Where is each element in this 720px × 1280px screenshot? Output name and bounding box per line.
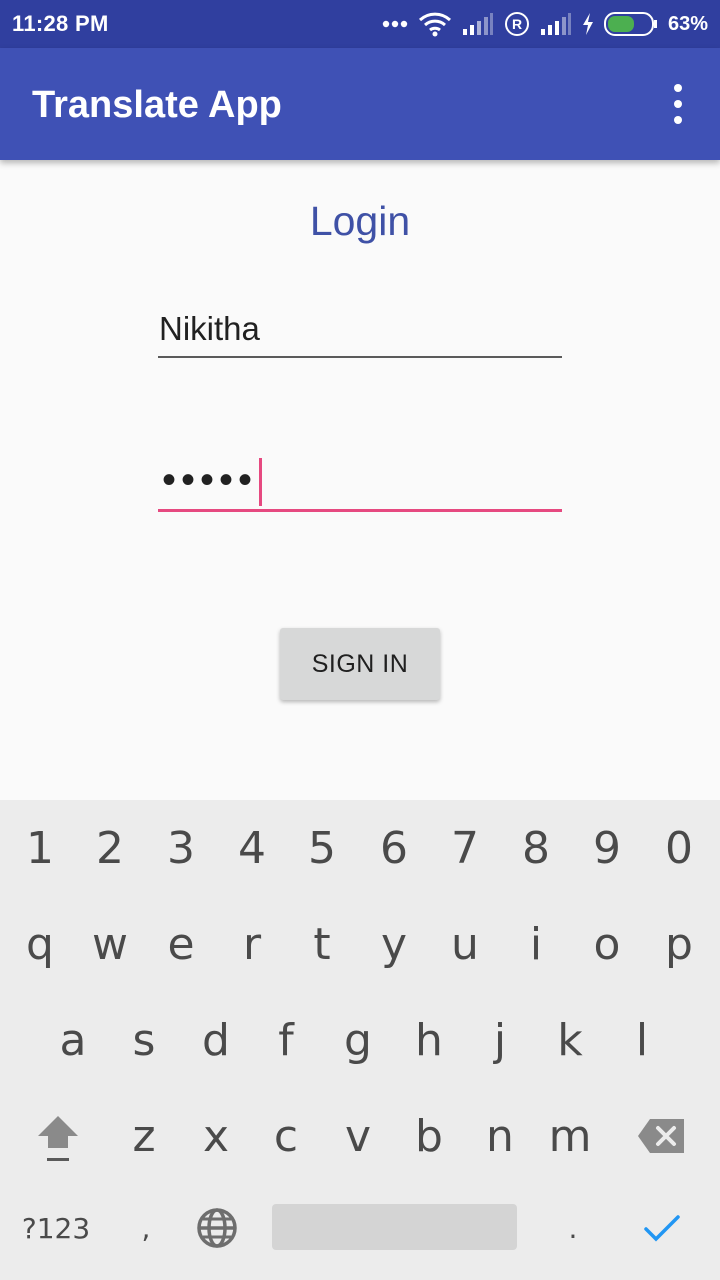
key-j[interactable]: j <box>464 992 536 1088</box>
key-7[interactable]: 7 <box>429 800 501 896</box>
key-m[interactable]: m <box>534 1088 606 1184</box>
roaming-r-icon: R <box>504 12 529 36</box>
key-4[interactable]: 4 <box>216 800 288 896</box>
status-time: 11:28 PM <box>12 11 109 36</box>
key-s[interactable]: s <box>108 992 180 1088</box>
key-1[interactable]: 1 <box>4 800 76 896</box>
shift-key[interactable] <box>22 1088 94 1184</box>
sign-in-button[interactable]: SIGN IN <box>280 628 440 700</box>
key-r[interactable]: r <box>216 896 288 992</box>
key-f[interactable]: f <box>250 992 322 1088</box>
key-n[interactable]: n <box>464 1088 536 1184</box>
key-c[interactable]: c <box>250 1088 322 1184</box>
key-k[interactable]: k <box>534 992 606 1088</box>
more-dots-icon <box>382 20 408 28</box>
soft-keyboard: ?123 , . 1234567890 qwertyuiop asdfghjkl zx… <box>0 800 720 1280</box>
key-z[interactable]: z <box>108 1088 180 1184</box>
key-l[interactable]: l <box>606 992 678 1088</box>
key-h[interactable]: h <box>393 992 465 1088</box>
signal-icon <box>540 13 571 35</box>
text-cursor <box>259 458 263 507</box>
globe-key[interactable] <box>181 1180 253 1276</box>
space-bar[interactable] <box>272 1204 517 1250</box>
key-5[interactable]: 5 <box>286 800 358 896</box>
username-field[interactable]: Nikitha <box>158 306 562 358</box>
wifi-icon <box>418 12 451 37</box>
signal-icon <box>462 13 493 35</box>
overflow-menu-icon[interactable] <box>666 84 690 124</box>
key-3[interactable]: 3 <box>145 800 217 896</box>
charging-icon <box>582 13 593 35</box>
battery-percent: 63% <box>667 12 708 35</box>
key-x[interactable]: x <box>180 1088 252 1184</box>
checkmark-icon <box>644 1215 680 1242</box>
key-2[interactable]: 2 <box>74 800 146 896</box>
svg-text:R: R <box>512 16 522 32</box>
key-q[interactable]: q <box>4 896 76 992</box>
status-icons: R 63% <box>382 8 708 40</box>
shift-icon <box>38 1116 78 1161</box>
app-title: Translate App <box>32 84 282 126</box>
password-value: ••••• <box>162 454 263 507</box>
key-v[interactable]: v <box>322 1088 394 1184</box>
key-p[interactable]: p <box>643 896 715 992</box>
backspace-key[interactable] <box>626 1088 698 1184</box>
app-bar: Translate App <box>0 48 720 160</box>
globe-icon <box>197 1208 237 1248</box>
period-key[interactable]: . <box>537 1180 609 1276</box>
key-g[interactable]: g <box>322 992 394 1088</box>
key-i[interactable]: i <box>500 896 572 992</box>
key-b[interactable]: b <box>393 1088 465 1184</box>
key-u[interactable]: u <box>429 896 501 992</box>
key-6[interactable]: 6 <box>358 800 430 896</box>
key-a[interactable]: a <box>37 992 109 1088</box>
login-heading: Login <box>309 198 411 244</box>
password-field[interactable]: ••••• <box>158 452 562 512</box>
key-8[interactable]: 8 <box>500 800 572 896</box>
key-0[interactable]: 0 <box>643 800 715 896</box>
status-bar: 11:28 PM R 63% <box>0 0 720 48</box>
comma-key[interactable]: , <box>110 1180 182 1276</box>
battery-icon <box>603 12 657 36</box>
key-w[interactable]: w <box>74 896 146 992</box>
key-9[interactable]: 9 <box>571 800 643 896</box>
backspace-icon <box>638 1119 684 1153</box>
key-y[interactable]: y <box>358 896 430 992</box>
key-d[interactable]: d <box>180 992 252 1088</box>
key-e[interactable]: e <box>145 896 217 992</box>
key-t[interactable]: t <box>286 896 358 992</box>
username-value: Nikitha <box>159 310 260 347</box>
key-o[interactable]: o <box>571 896 643 992</box>
symbols-key[interactable]: ?123 <box>14 1180 98 1276</box>
enter-key[interactable] <box>626 1180 698 1276</box>
